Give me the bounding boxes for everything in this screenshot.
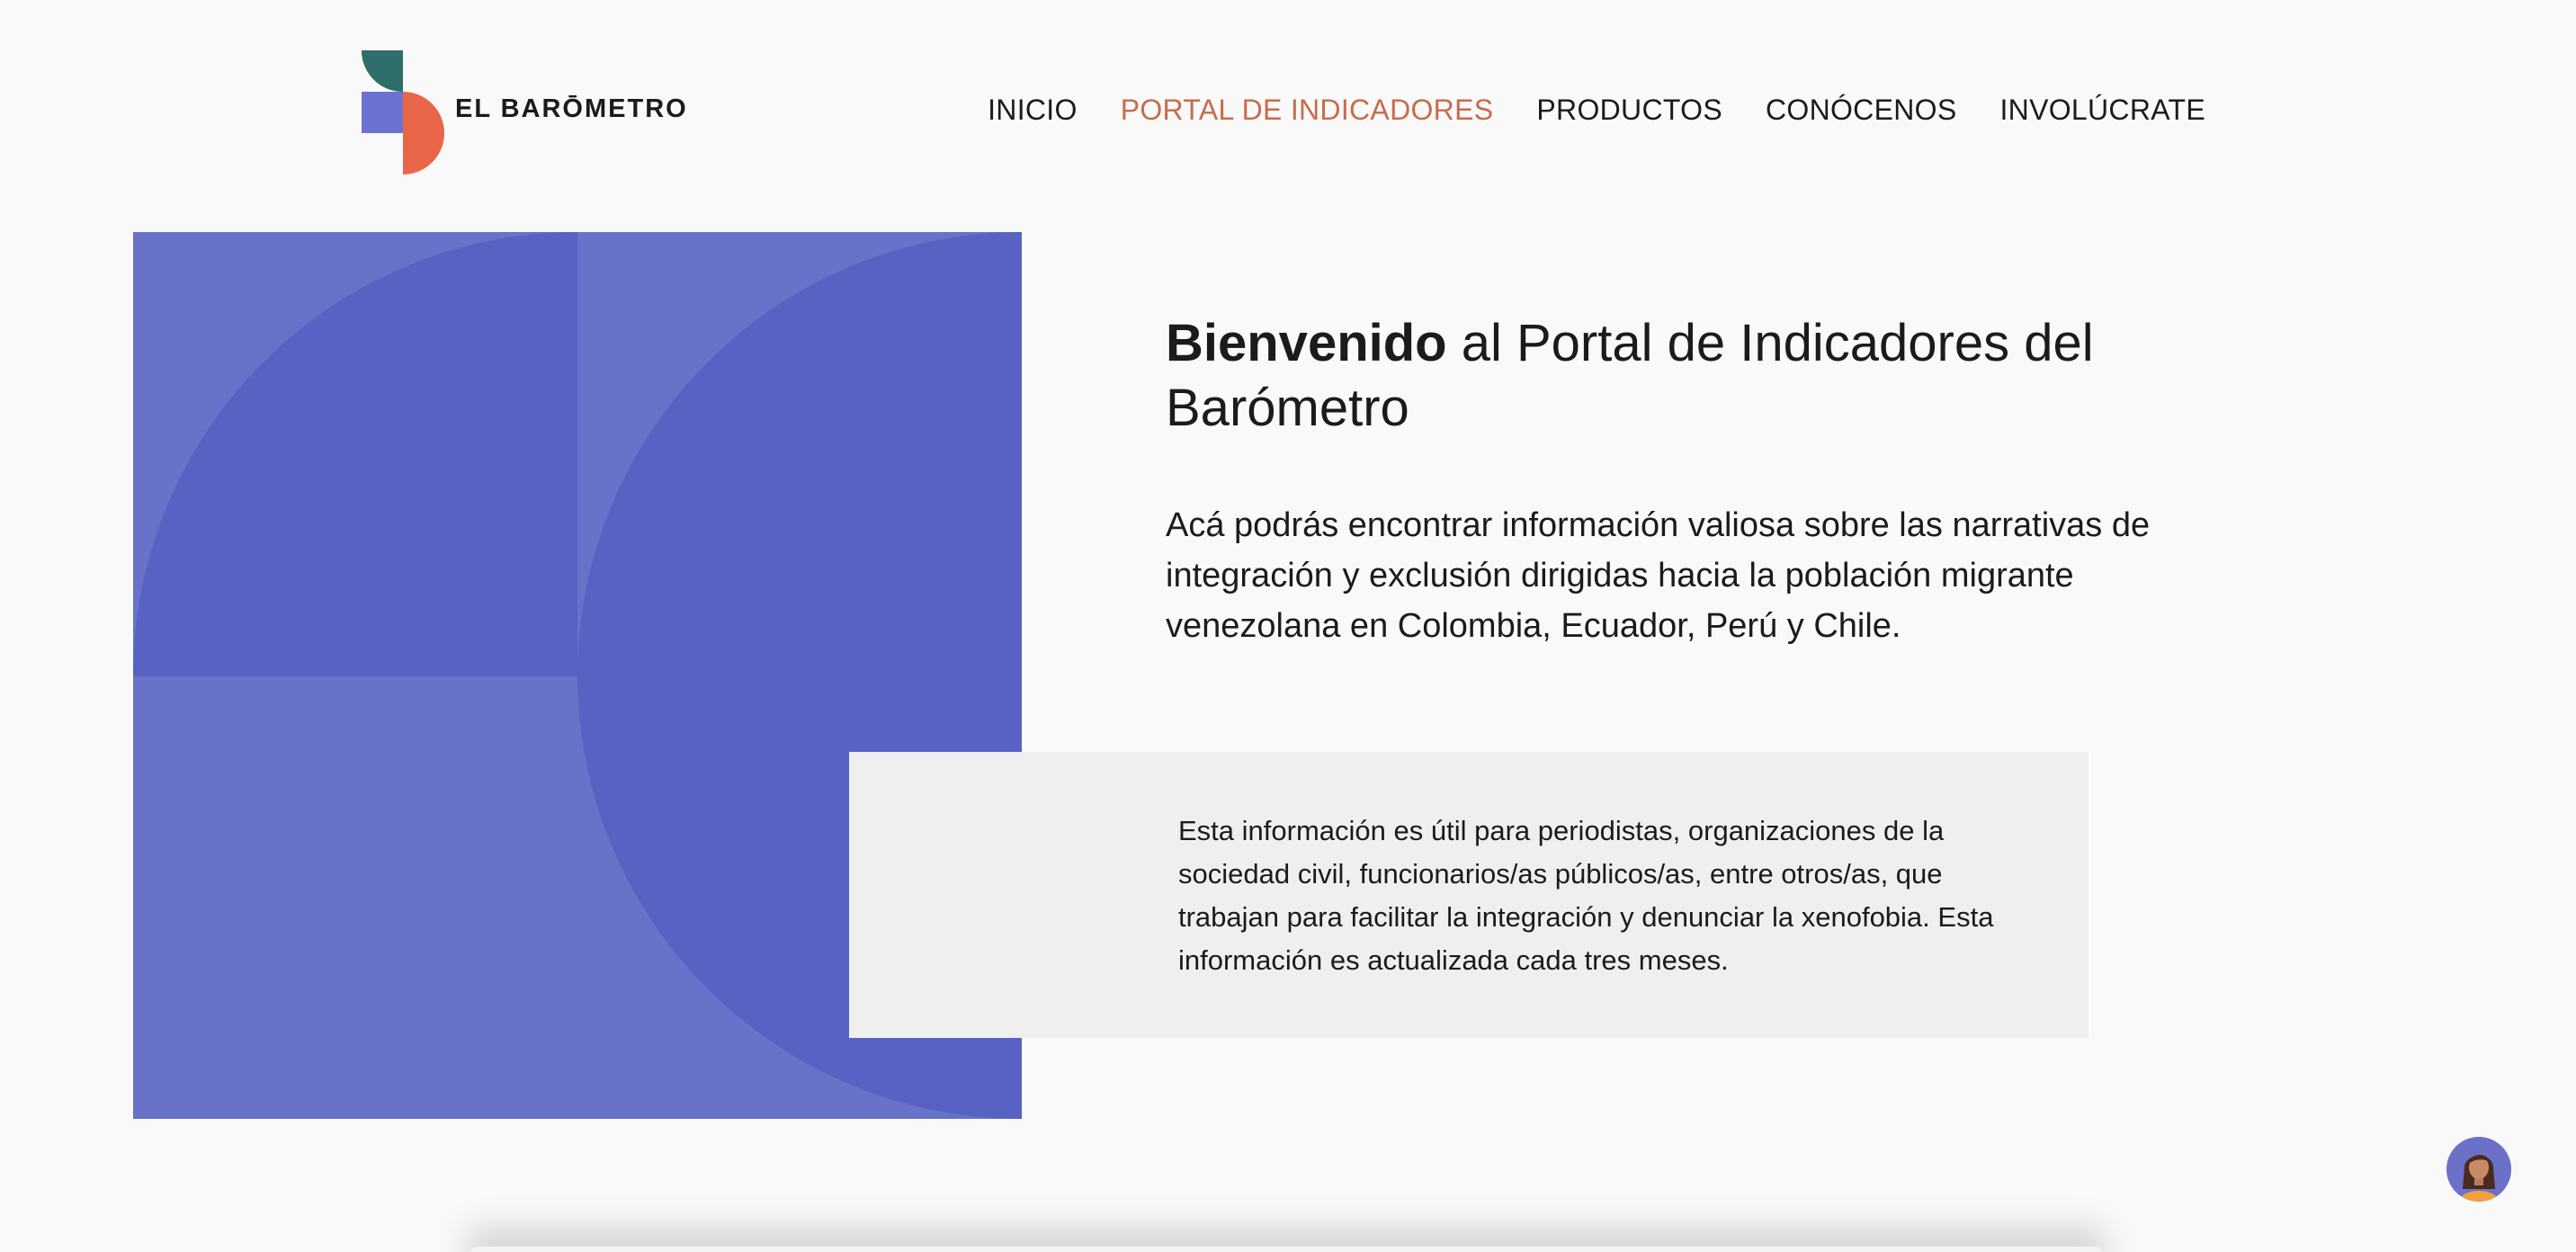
nav-item-involucrate[interactable]: INVOLÚCRATE: [1999, 94, 2205, 127]
info-box: Esta información es útil para periodista…: [849, 752, 2089, 1038]
nav-item-conocenos[interactable]: CONÓCENOS: [1766, 94, 1957, 127]
hero-subtitle: Acá podrás encontrar información valiosa…: [1166, 506, 2151, 645]
main-nav: INICIO PORTAL DE INDICADORES PRODUCTOS C…: [988, 94, 2205, 127]
info-box-text: Esta información es útil para periodista…: [1178, 815, 1994, 976]
nav-item-portal-de-indicadores[interactable]: PORTAL DE INDICADORES: [1121, 94, 1494, 127]
next-section-card: [468, 1247, 2105, 1252]
nav-item-inicio[interactable]: INICIO: [988, 94, 1078, 127]
nav-item-productos[interactable]: PRODUCTOS: [1536, 94, 1722, 127]
page: EL BARŌMETRO INICIO PORTAL DE INDICADORE…: [0, 0, 2576, 1252]
hero-title-bold: Bienvenido: [1166, 314, 1447, 372]
hero-title: Bienvenido al Portal de Indicadores del …: [1166, 311, 2191, 441]
site-logo-link[interactable]: EL BARŌMETRO: [362, 50, 688, 174]
chat-avatar-icon[interactable]: [2446, 1137, 2511, 1202]
logo-text: EL BARŌMETRO: [455, 94, 688, 123]
person-avatar-icon: [2446, 1137, 2511, 1202]
barometro-logo-icon: [362, 50, 444, 174]
